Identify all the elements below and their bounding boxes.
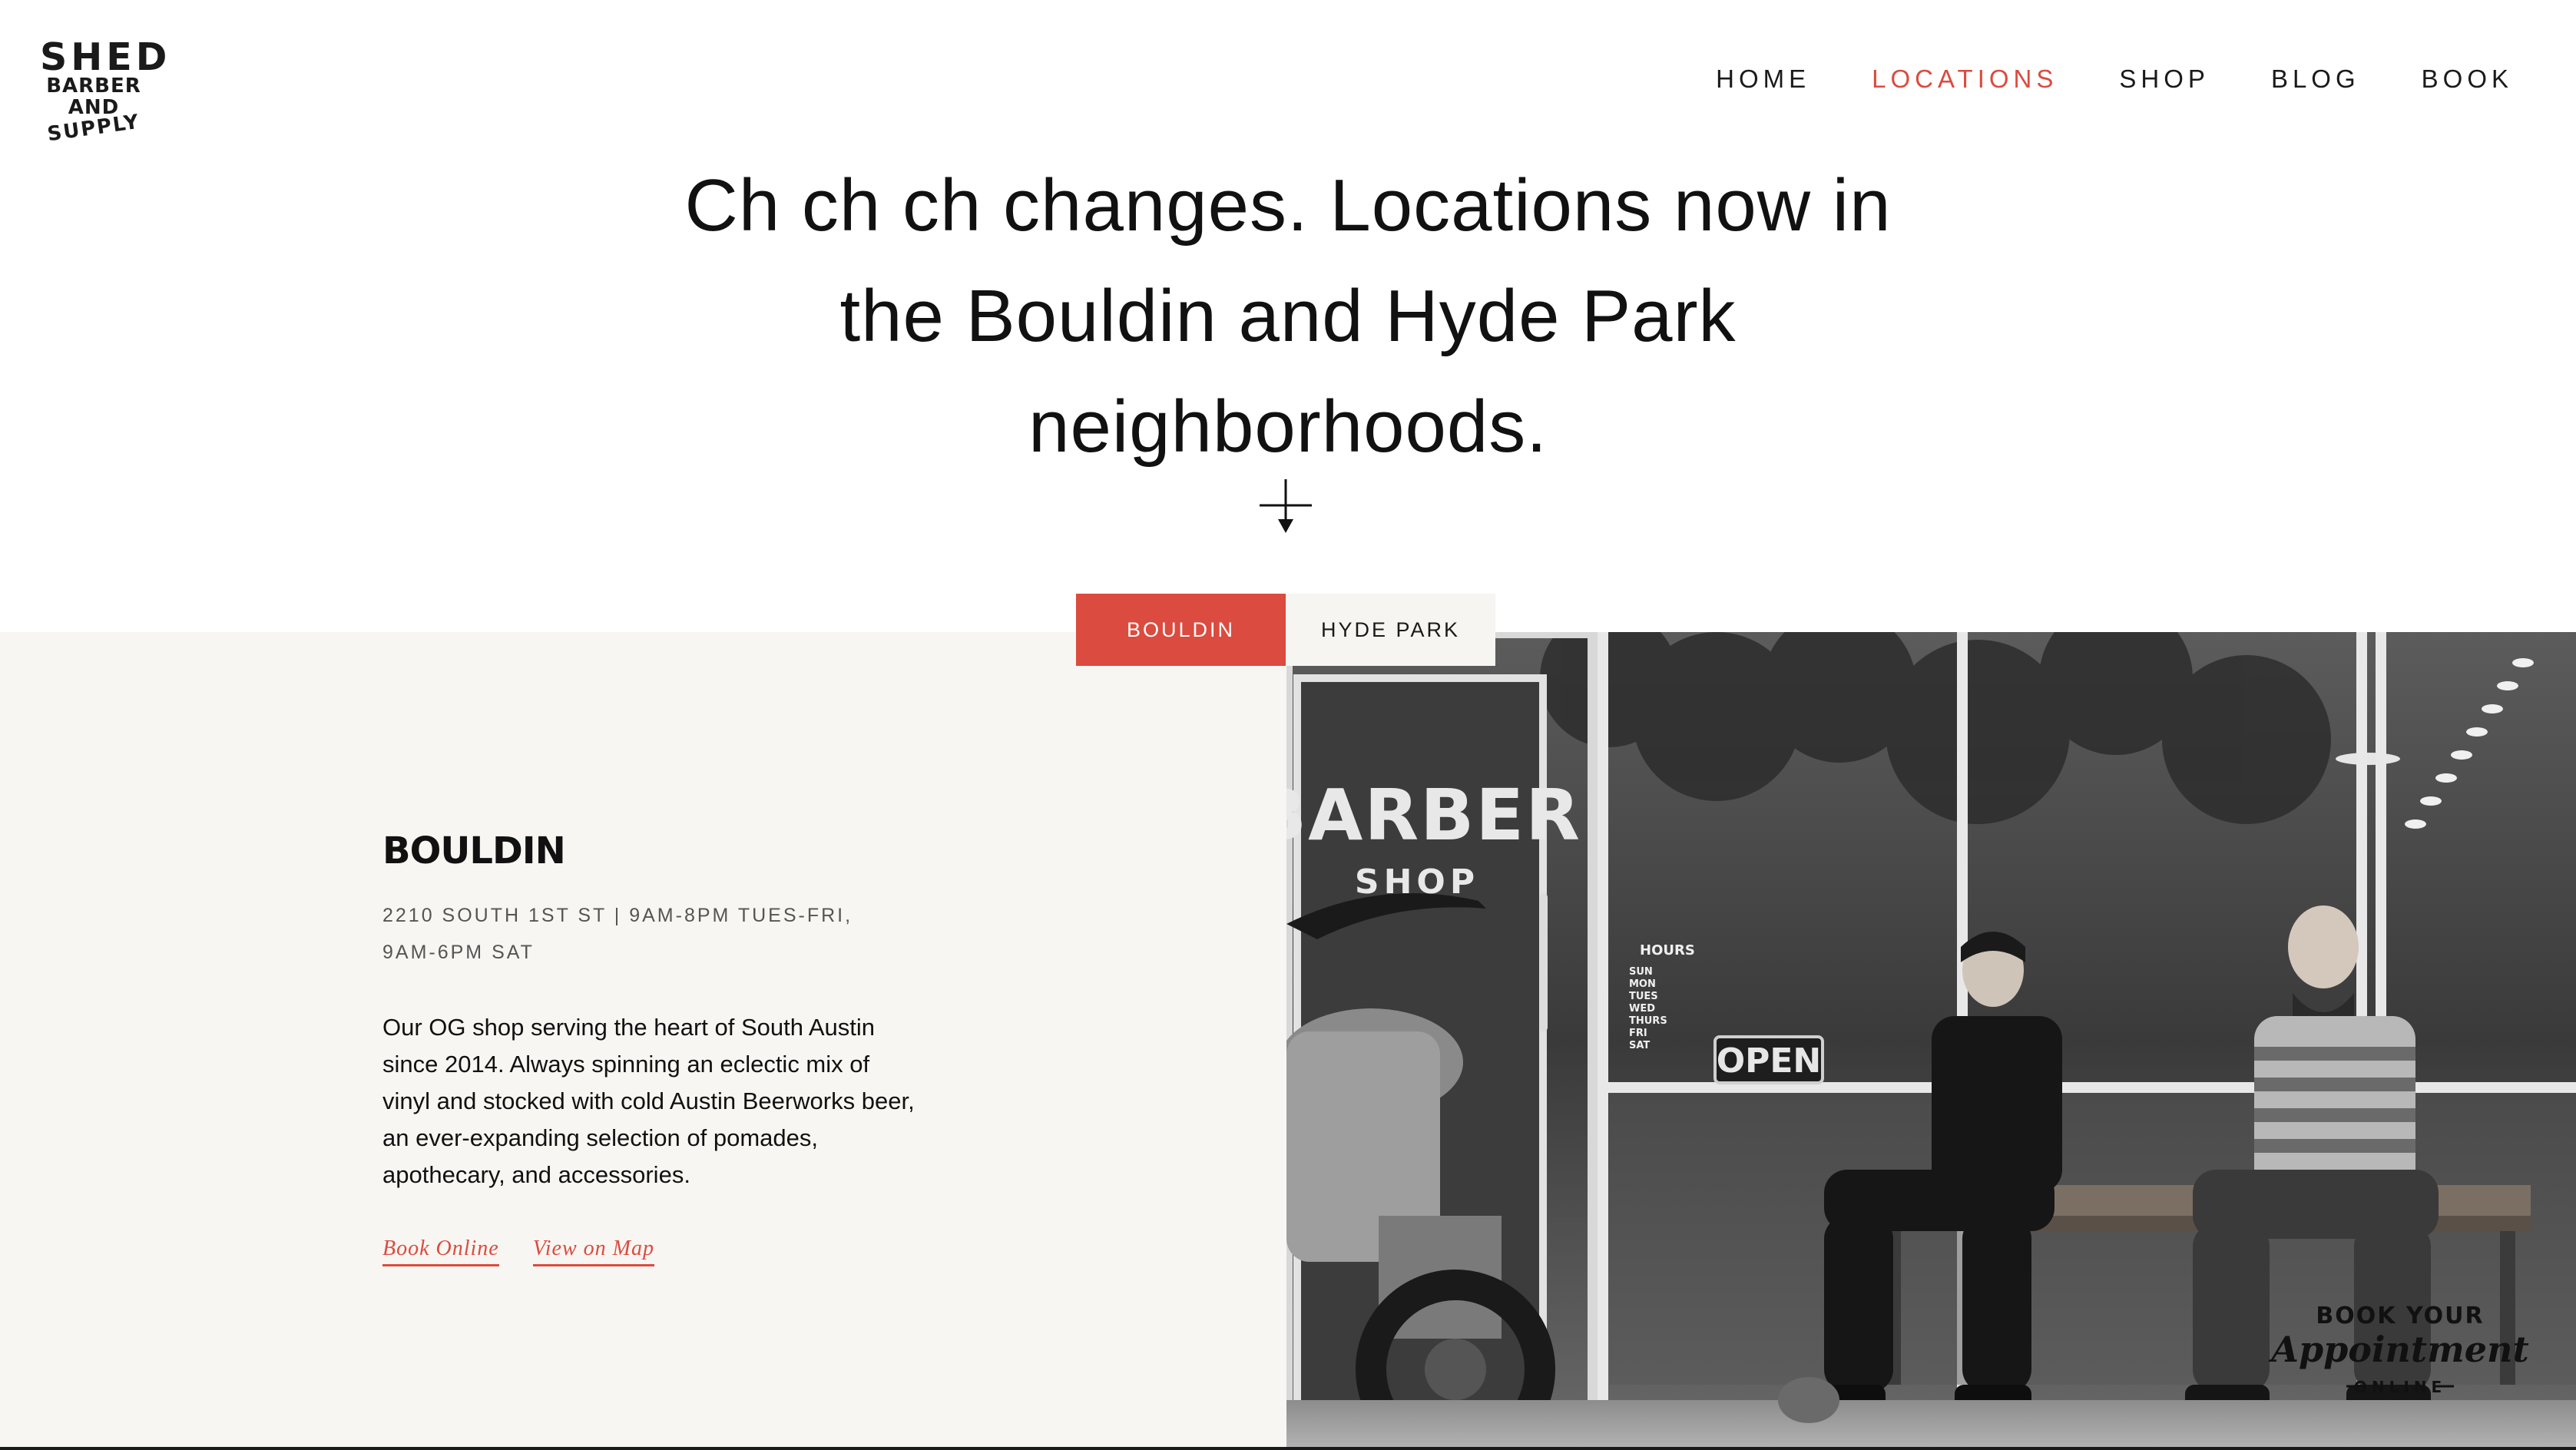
hero-line-1: Ch ch ch changes. Locations now in	[684, 164, 1892, 247]
shed-logo[interactable]: SHED BARBER AND SUPPLY	[40, 35, 171, 146]
book-online-link[interactable]: Book Online	[382, 1236, 499, 1266]
hero-line-3: neighborhoods.	[1028, 386, 1548, 468]
location-meta-line-1: 2210 SOUTH 1ST ST | 9AM-8PM TUES-FRI,	[382, 905, 853, 926]
tab-hyde-park[interactable]: HYDE PARK	[1286, 594, 1495, 666]
bottom-edge	[0, 1447, 2576, 1450]
hours-row-tues: TUES	[1629, 991, 1658, 1002]
nav-item-locations[interactable]: LOCATIONS	[1872, 65, 2058, 94]
badge-line-1: BOOK YOUR	[2316, 1303, 2484, 1329]
location-address-hours: 2210 SOUTH 1ST ST | 9AM-8PM TUES-FRI, 9A…	[382, 897, 935, 971]
badge-line-3: ONLINE	[2354, 1378, 2446, 1396]
nav-item-blog[interactable]: BLOG	[2271, 65, 2360, 94]
hours-row-thurs: THURS	[1629, 1015, 1667, 1027]
hours-row-mon: MON	[1629, 978, 1656, 990]
location-title: BOULDIN	[382, 829, 566, 872]
open-sign-text: OPEN	[1717, 1041, 1822, 1081]
tab-bouldin[interactable]: BOULDIN	[1076, 594, 1286, 666]
main-nav: HOME LOCATIONS SHOP BLOG BOOK	[1716, 65, 2513, 94]
hours-row-sun: SUN	[1629, 966, 1653, 978]
scroll-down-arrow-icon[interactable]	[1260, 479, 1312, 535]
page-title: Ch ch ch changes. Locations now in the B…	[597, 151, 1979, 482]
shop-storefront-photo: BARBER SHOP HOURS SUN MON TUES WED THURS…	[1286, 632, 2576, 1450]
logo-line-shed: SHED	[40, 35, 171, 79]
location-links: Book Online View on Map	[382, 1236, 654, 1266]
logo-line-barber: BARBER	[46, 74, 141, 98]
location-description: Our OG shop serving the heart of South A…	[382, 1014, 915, 1188]
sign-barber-text: BARBER	[1286, 774, 1581, 856]
nav-item-book[interactable]: BOOK	[2422, 65, 2513, 94]
hero-line-2: the Bouldin and Hyde Park	[839, 275, 1737, 357]
nav-item-shop[interactable]: SHOP	[2119, 65, 2210, 94]
page: SHED BARBER AND SUPPLY HOME LOCATIONS SH…	[0, 0, 2576, 1450]
hours-title: HOURS	[1640, 942, 1695, 958]
location-tabs: BOULDIN HYDE PARK	[1076, 594, 1495, 666]
location-meta-line-2: 9AM-6PM SAT	[382, 942, 535, 963]
view-on-map-link[interactable]: View on Map	[532, 1236, 654, 1266]
hours-row-wed: WED	[1629, 1003, 1655, 1015]
storefront-illustration: BARBER SHOP HOURS SUN MON TUES WED THURS…	[1286, 632, 2576, 1450]
hours-row-fri: FRI	[1629, 1028, 1647, 1039]
nav-item-home[interactable]: HOME	[1716, 65, 1810, 94]
hours-row-sat: SAT	[1629, 1040, 1650, 1051]
badge-line-2: Appointment	[2268, 1329, 2529, 1370]
